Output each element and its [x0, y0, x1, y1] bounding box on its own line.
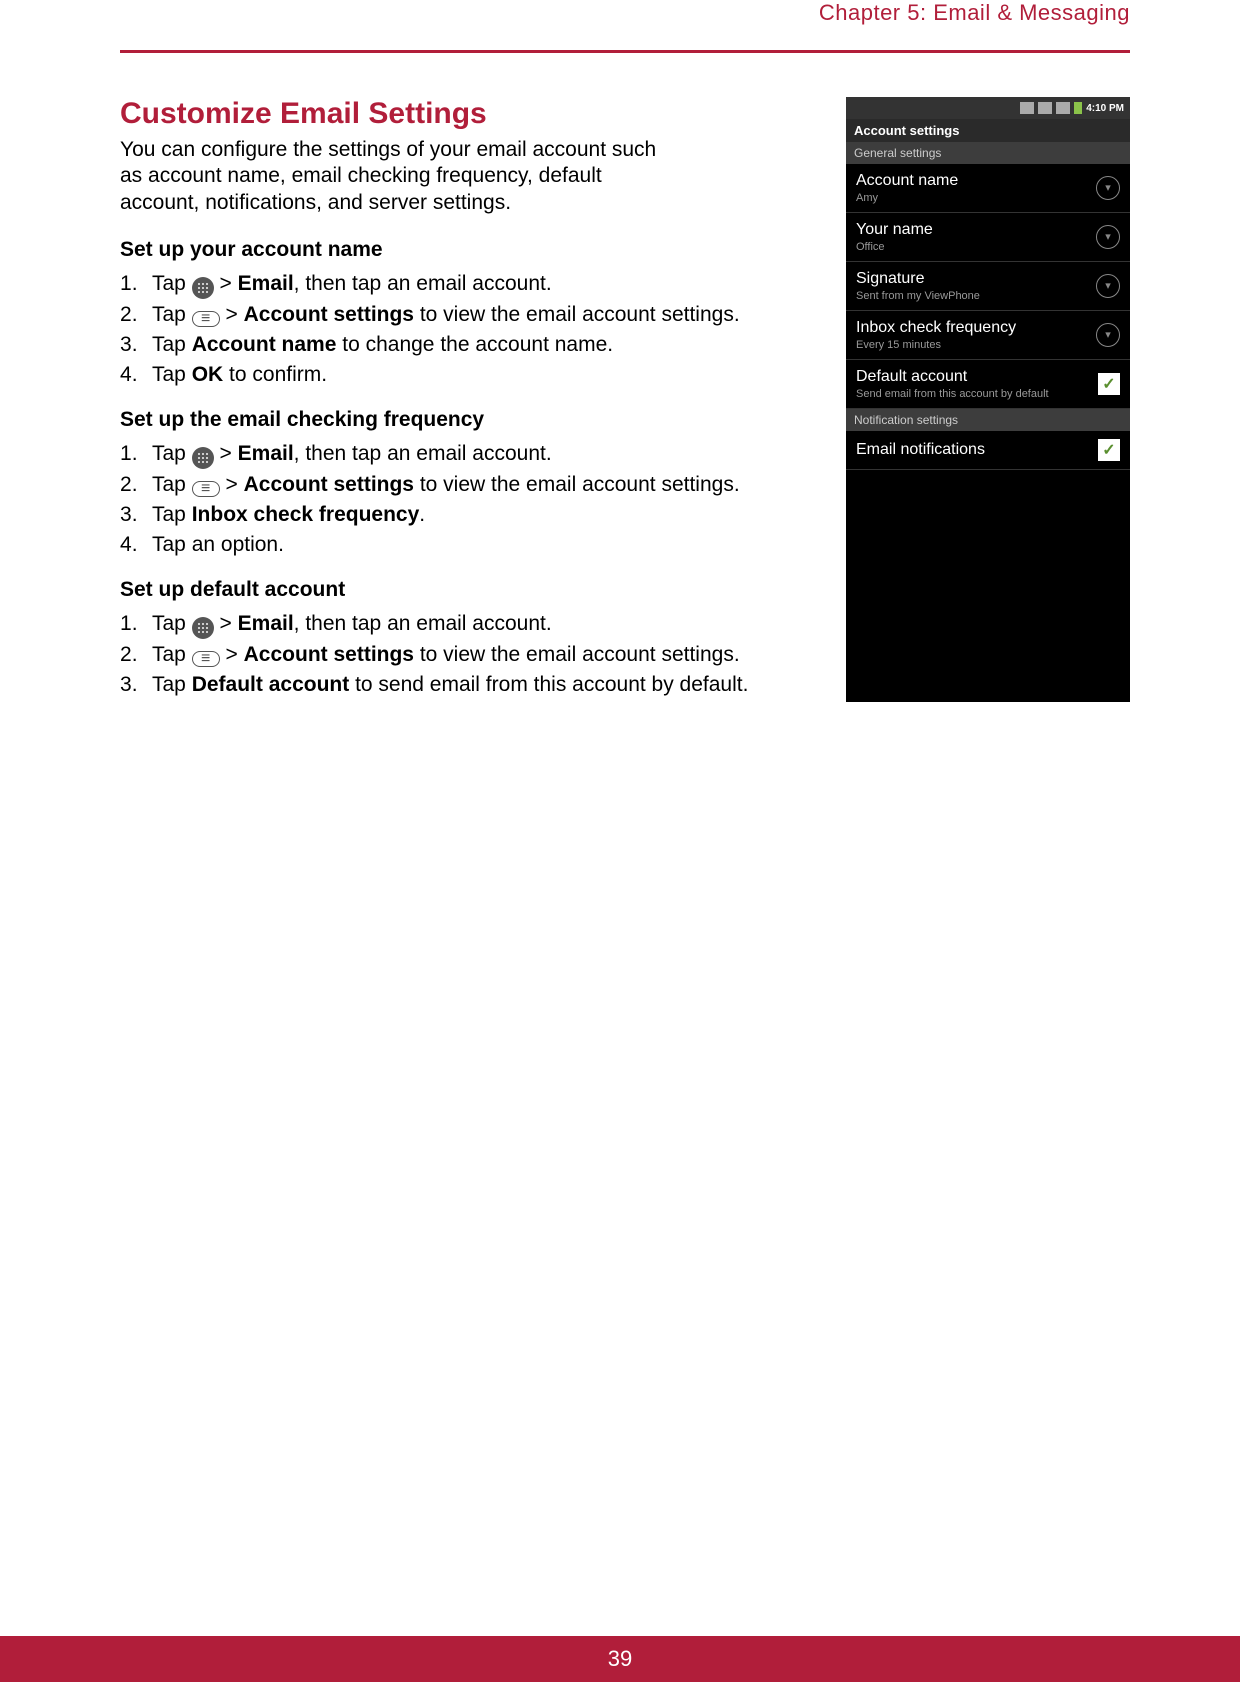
- body-text: Customize Email Settings You can configu…: [120, 97, 818, 702]
- status-bar: 4:10 PM: [846, 97, 1130, 119]
- setting-subtitle: Every 15 minutes: [856, 339, 1016, 351]
- bold-term: Account settings: [244, 303, 414, 326]
- apps-icon: [192, 617, 214, 639]
- step-item: Tap > Email, then tap an email account.: [120, 610, 818, 639]
- step-item: Tap > Email, then tap an email account.: [120, 270, 818, 299]
- page-number: 39: [608, 1646, 632, 1672]
- clock: 4:10 PM: [1086, 103, 1124, 114]
- bold-term: Default account: [192, 673, 350, 696]
- step-list: Tap > Email, then tap an email account.T…: [120, 440, 818, 560]
- step-item: Tap > Account settings to view the email…: [120, 471, 818, 499]
- signal-icon: [1020, 102, 1034, 114]
- chevron-down-icon[interactable]: [1096, 225, 1120, 249]
- section-header-general: General settings: [846, 142, 1130, 164]
- setting-title: Your name: [856, 221, 933, 239]
- bold-term: Account settings: [244, 643, 414, 666]
- settings-row[interactable]: Email notifications: [846, 431, 1130, 470]
- settings-row[interactable]: Default account Send email from this acco…: [846, 360, 1130, 409]
- setting-subtitle: Sent from my ViewPhone: [856, 290, 980, 302]
- menu-icon: [192, 311, 220, 327]
- chevron-down-icon[interactable]: [1096, 176, 1120, 200]
- sync-icon: [1056, 102, 1070, 114]
- header-divider: [120, 50, 1130, 53]
- subsection-heading: Set up your account name: [120, 238, 818, 262]
- checkbox-icon[interactable]: [1098, 373, 1120, 395]
- setting-title: Signature: [856, 270, 980, 288]
- setting-title: Default account: [856, 368, 1049, 386]
- bold-term: Inbox check frequency: [192, 503, 420, 526]
- apps-icon: [192, 447, 214, 469]
- chevron-down-icon[interactable]: [1096, 274, 1120, 298]
- menu-icon: [192, 481, 220, 497]
- setting-subtitle: Office: [856, 241, 933, 253]
- setting-subtitle: Send email from this account by default: [856, 388, 1049, 400]
- step-list: Tap > Email, then tap an email account.T…: [120, 610, 818, 700]
- bold-term: Email: [238, 612, 294, 635]
- setting-title: Account name: [856, 172, 958, 190]
- battery-icon: [1074, 102, 1082, 114]
- step-item: Tap > Account settings to view the email…: [120, 641, 818, 669]
- settings-row[interactable]: Account name Amy: [846, 164, 1130, 213]
- step-list: Tap > Email, then tap an email account.T…: [120, 270, 818, 390]
- section-header-notification: Notification settings: [846, 409, 1130, 431]
- bold-term: OK: [192, 363, 224, 386]
- bold-term: Email: [238, 442, 294, 465]
- step-item: Tap Default account to send email from t…: [120, 671, 818, 699]
- screen-title: Account settings: [846, 119, 1130, 142]
- setting-title: Inbox check frequency: [856, 319, 1016, 337]
- step-item: Tap OK to confirm.: [120, 361, 818, 389]
- settings-row[interactable]: Inbox check frequency Every 15 minutes: [846, 311, 1130, 360]
- chapter-header: Chapter 5: Email & Messaging: [120, 0, 1130, 30]
- page-title: Customize Email Settings: [120, 97, 818, 131]
- step-item: Tap Inbox check frequency.: [120, 501, 818, 529]
- settings-row[interactable]: Your name Office: [846, 213, 1130, 262]
- bold-term: Account name: [192, 333, 337, 356]
- step-item: Tap Account name to change the account n…: [120, 331, 818, 359]
- step-item: Tap an option.: [120, 531, 818, 559]
- chevron-down-icon[interactable]: [1096, 323, 1120, 347]
- subsection-heading: Set up the email checking frequency: [120, 408, 818, 432]
- bold-term: Account settings: [244, 473, 414, 496]
- intro-paragraph: You can configure the settings of your e…: [120, 137, 680, 216]
- setting-title: Email notifications: [856, 441, 985, 459]
- page-footer: 39: [0, 1636, 1240, 1682]
- step-item: Tap > Email, then tap an email account.: [120, 440, 818, 469]
- bold-term: Email: [238, 272, 294, 295]
- menu-icon: [192, 651, 220, 667]
- network-icon: [1038, 102, 1052, 114]
- apps-icon: [192, 277, 214, 299]
- checkbox-icon[interactable]: [1098, 439, 1120, 461]
- setting-subtitle: Amy: [856, 192, 958, 204]
- subsection-heading: Set up default account: [120, 578, 818, 602]
- phone-screenshot: 4:10 PM Account settings General setting…: [846, 97, 1130, 702]
- settings-row[interactable]: Signature Sent from my ViewPhone: [846, 262, 1130, 311]
- step-item: Tap > Account settings to view the email…: [120, 301, 818, 329]
